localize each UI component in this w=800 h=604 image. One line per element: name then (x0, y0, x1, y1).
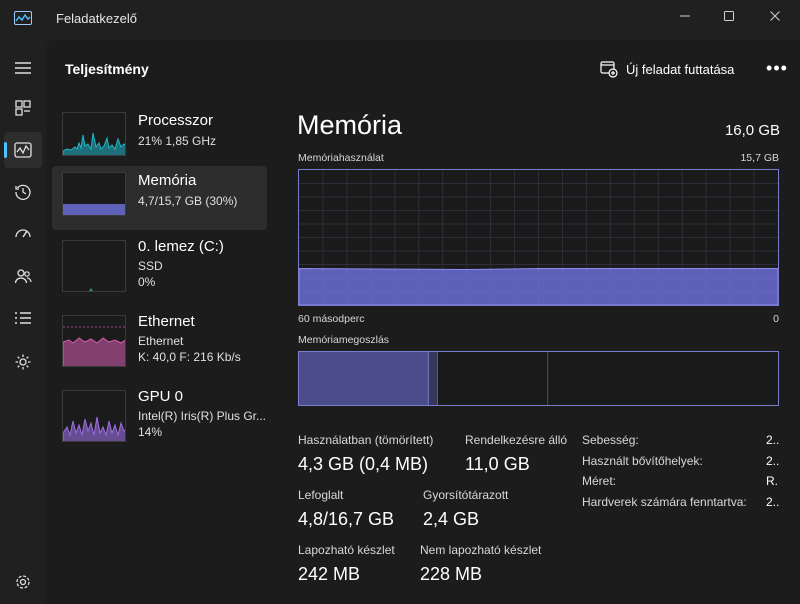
title-bar: Feladatkezelő (0, 0, 800, 40)
resource-item-processor[interactable]: Processzor 21% 1,85 GHz (52, 106, 267, 170)
nav-app-history[interactable] (4, 174, 42, 210)
stat-available-value: 11,0 GB (465, 454, 530, 474)
close-icon (770, 11, 780, 21)
page-title: Teljesítmény (65, 61, 149, 77)
run-new-task-button[interactable]: Új feladat futtatása (600, 58, 734, 80)
prop-slots-label: Használt bővítőhelyek: (582, 454, 703, 468)
resource-throughput: K: 40,0 F: 216 Kb/s (138, 350, 241, 364)
services-icon (15, 354, 31, 370)
main-panel: Teljesítmény Új feladat futtatása ••• Pr… (46, 40, 800, 604)
prop-size-label: Méret: (582, 474, 617, 488)
maximize-icon (724, 11, 734, 21)
memory-usage-plot (299, 170, 778, 305)
minimize-button[interactable] (662, 0, 708, 32)
stat-nonpaged-pool-value: 228 MB (420, 564, 483, 584)
resource-item-memory[interactable]: Memória 4,7/15,7 GB (30%) (52, 166, 267, 230)
stat-paged-pool-value: 242 MB (298, 564, 361, 584)
memory-usage-area (299, 268, 778, 305)
resource-name: Processzor (138, 112, 214, 129)
resource-detail: SSD (138, 259, 163, 273)
stat-in-use-label: Használatban (tömörített) (298, 433, 434, 447)
composition-label: Memóriamegoszlás (298, 334, 390, 346)
resource-detail: 4,7/15,7 GB (30%) (138, 194, 238, 208)
resource-name: Memória (138, 172, 197, 189)
graph-x-left-label: 60 másodperc (298, 313, 365, 325)
stat-available-label: Rendelkezésre álló (465, 433, 568, 447)
resource-usage: 0% (138, 275, 156, 289)
run-task-icon (600, 61, 618, 78)
command-bar: Teljesítmény Új feladat futtatása ••• (46, 40, 800, 96)
prop-reserved-label: Hardverek számára fenntartva: (582, 495, 747, 509)
processes-icon (15, 100, 31, 116)
more-options-button[interactable]: ••• (764, 56, 790, 80)
maximize-button[interactable] (706, 0, 752, 32)
startup-apps-icon (15, 229, 31, 238)
resource-name: 0. lemez (C:) (138, 238, 224, 255)
usage-graph-label: Memóriahasználat (298, 152, 384, 164)
app-history-icon (15, 184, 31, 200)
nav-processes[interactable] (4, 90, 42, 126)
resource-item-gpu[interactable]: GPU 0 Intel(R) Iris(R) Plus Gr... 14% (52, 384, 267, 448)
nav-users[interactable] (4, 258, 42, 294)
users-icon (14, 269, 32, 284)
nav-performance[interactable] (4, 132, 42, 168)
graph-x-right-label: 0 (773, 313, 779, 325)
stat-committed-label: Lefoglalt (298, 488, 344, 502)
resource-usage: 14% (138, 425, 163, 439)
navigation-rail (0, 40, 46, 604)
stat-cached-value: 2,4 GB (423, 509, 480, 529)
resource-item-ethernet[interactable]: Ethernet Ethernet K: 40,0 F: 216 Kb/s (52, 309, 267, 373)
nav-details[interactable] (4, 300, 42, 336)
resource-item-disk[interactable]: 0. lemez (C:) SSD 0% (52, 234, 267, 298)
prop-speed-value: 2.. (766, 433, 780, 447)
stat-paged-pool-label: Lapozható készlet (298, 543, 395, 557)
nav-startup-apps[interactable] (4, 216, 42, 252)
memory-thumbnail-graph (62, 172, 126, 216)
window-title: Feladatkezelő (56, 11, 137, 26)
minimize-icon (680, 15, 690, 17)
resource-detail: 21% 1,85 GHz (138, 134, 217, 148)
close-button[interactable] (752, 0, 798, 32)
resource-detail: Ethernet (138, 334, 184, 348)
memory-usage-graph (298, 169, 779, 306)
resource-detail: Intel(R) Iris(R) Plus Gr... (138, 409, 267, 423)
resource-name: GPU 0 (138, 388, 184, 405)
run-new-task-label: Új feladat futtatása (626, 61, 735, 77)
performance-icon (14, 142, 32, 158)
processor-thumbnail-graph (62, 112, 126, 156)
total-memory: 16,0 GB (724, 122, 780, 139)
composition-free (548, 352, 778, 405)
disk-thumbnail-graph (62, 240, 126, 292)
prop-reserved-value: 2.. (766, 495, 780, 509)
nav-settings[interactable] (4, 564, 42, 600)
nav-menu-button[interactable] (4, 50, 42, 86)
memory-composition-bar (298, 351, 779, 406)
composition-standby (437, 352, 549, 405)
ethernet-thumbnail-graph (62, 315, 126, 367)
resource-name: Ethernet (138, 313, 195, 330)
active-indicator (4, 142, 7, 158)
usage-graph-max: 15,7 GB (740, 152, 779, 164)
settings-icon (16, 575, 30, 589)
stat-committed-value: 4,8/16,7 GB (298, 509, 395, 529)
prop-slots-value: 2.. (766, 454, 780, 468)
detail-title: Memória (297, 110, 403, 140)
prop-speed-label: Sebesség: (582, 433, 639, 447)
composition-modified (428, 352, 438, 405)
details-icon (15, 312, 31, 324)
stat-in-use-value: 4,3 GB (0,4 MB) (298, 454, 429, 474)
stat-cached-label: Gyorsítótárazott (423, 488, 509, 502)
stat-nonpaged-pool-label: Nem lapozható készlet (420, 543, 542, 557)
hamburger-menu-icon (15, 62, 31, 74)
nav-services[interactable] (4, 344, 42, 380)
task-manager-app-icon (14, 11, 32, 25)
gpu-thumbnail-graph (62, 390, 126, 442)
more-options-icon: ••• (766, 57, 788, 78)
memory-composition-plot (299, 352, 778, 405)
composition-in-use (299, 352, 429, 405)
prop-size-value: R. (766, 474, 778, 488)
